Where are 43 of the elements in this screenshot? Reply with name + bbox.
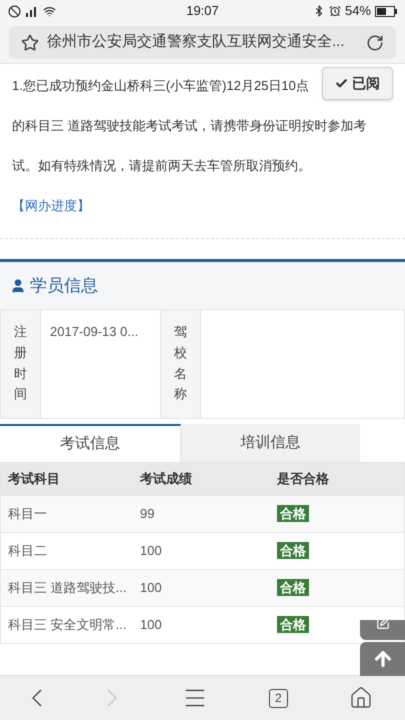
user-icon — [10, 278, 26, 294]
field-label: 驾校名称 — [161, 310, 201, 418]
battery-percent: 54% — [344, 2, 371, 20]
bookmark-star-icon[interactable] — [21, 34, 39, 52]
table-cell-text: 科目三 安全文明常... — [7, 616, 128, 634]
signal-icon — [25, 5, 39, 17]
tab[interactable]: 培训信息 — [180, 424, 360, 462]
wifi-icon — [43, 4, 56, 18]
table-cell-text: 100 — [139, 616, 163, 634]
table-cell-text: 100 — [139, 579, 163, 598]
battery-icon — [375, 6, 397, 16]
tab-count-button[interactable]: 2 — [268, 688, 288, 708]
clock-time: 19:07 — [185, 2, 220, 20]
table-cell-text: 100 — [139, 542, 163, 560]
table-cell-text: 科目三 道路驾驶技... — [7, 579, 128, 598]
result-badge: 合格 — [277, 505, 309, 522]
reload-icon[interactable] — [366, 34, 384, 52]
back-icon — [32, 689, 42, 707]
check-icon — [335, 77, 348, 90]
result-badge: 合格 — [277, 542, 309, 560]
table-cell-text: 科目二 — [7, 542, 48, 560]
progress-link[interactable]: 【网办进度】 — [12, 198, 90, 213]
result-badge: 合格 — [277, 616, 309, 634]
column-header: 考试科目 — [7, 470, 61, 488]
table-cell-text: 99 — [139, 505, 156, 524]
field-value: 2017-09-13 0... — [50, 324, 138, 339]
page-title: 徐州市公安局交通警察支队互联网交通安全... — [47, 32, 346, 52]
column-header: 是否合格 — [276, 470, 330, 488]
home-icon — [348, 686, 373, 710]
forward-icon — [107, 689, 118, 707]
notice-text: 的科目三 道路驾驶技能考试考试，请携带身份证明按时参加考试。如有特殊情况，请提前两天去车管所取消预约。 【网办进度】 — [12, 117, 368, 215]
alarm-icon — [328, 5, 341, 17]
result-badge: 合格 — [277, 579, 309, 596]
tab[interactable]: 考试信息 — [0, 424, 180, 462]
notice-text: 1.您已成功预约金山桥科三(小车监管)12月25日10点 — [12, 77, 310, 96]
address-bar[interactable]: 徐州市公安局交通警察支队互联网交通安全... — [9, 26, 396, 59]
column-header: 考试成绩 — [139, 470, 193, 488]
mark-read-button[interactable]: 已阅 — [322, 67, 393, 100]
no-sim-icon — [8, 4, 21, 18]
back-to-top-button[interactable] — [360, 642, 405, 676]
field-label: 注册时间 — [1, 310, 41, 418]
table-cell-text: 科目一 — [7, 505, 48, 524]
section-title: 学员信息 — [30, 274, 98, 297]
